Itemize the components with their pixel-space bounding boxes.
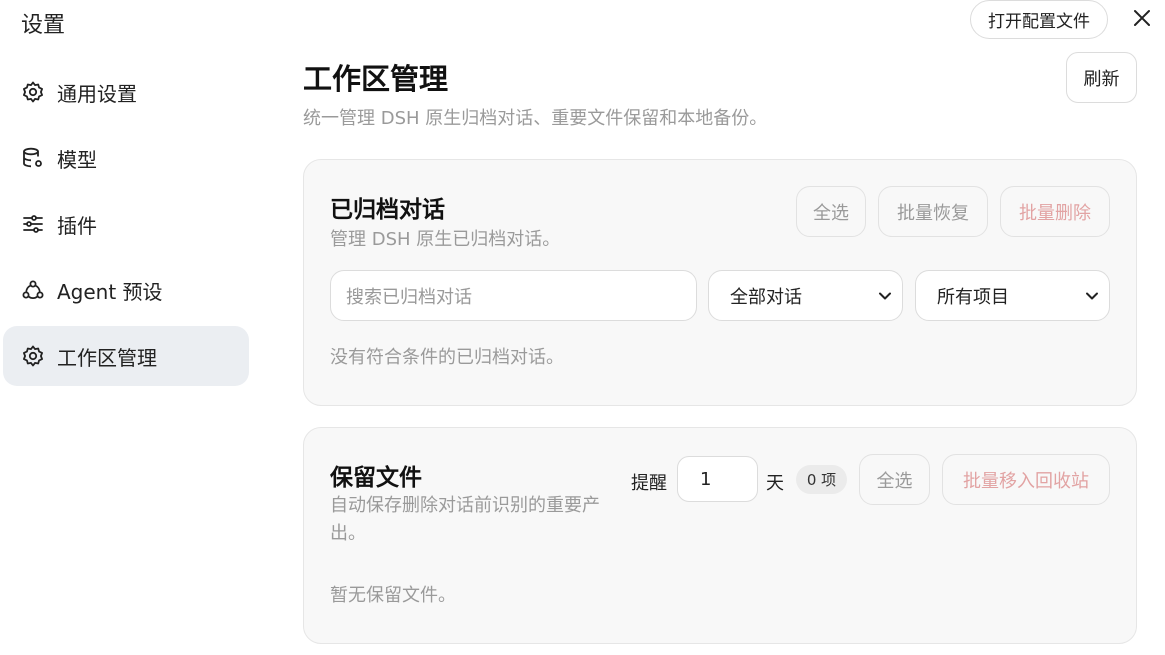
retained-title: 保留文件 — [330, 465, 422, 491]
days-unit-label: 天 — [766, 473, 784, 494]
sidebar-item-label: 工作区管理 — [57, 345, 157, 370]
project-filter-value: 所有项目 — [937, 286, 1009, 308]
sidebar-item-label: 插件 — [57, 213, 97, 238]
chevron-down-icon — [1086, 292, 1098, 299]
database-icon — [21, 146, 45, 170]
archived-desc: 管理 DSH 原生已归档对话。 — [330, 229, 561, 250]
gear-icon — [21, 344, 45, 368]
sidebar-item-label: 通用设置 — [57, 81, 137, 106]
sidebar-item-general[interactable]: 通用设置 — [3, 62, 249, 122]
agent-icon — [21, 278, 45, 302]
page-title: 工作区管理 — [303, 62, 449, 96]
batch-restore-button[interactable]: 批量恢复 — [878, 186, 988, 237]
select-all-button[interactable]: 全选 — [796, 186, 866, 237]
sidebar-item-workspace[interactable]: 工作区管理 — [3, 326, 249, 386]
sidebar-item-label: 模型 — [57, 147, 97, 172]
remind-days-input[interactable]: 1 — [677, 456, 758, 502]
remind-label: 提醒 — [631, 473, 667, 494]
retained-desc: 自动保存删除对话前识别的重要产出。 — [330, 495, 600, 544]
count-badge: 0 项 — [796, 465, 847, 494]
refresh-button[interactable]: 刷新 — [1066, 52, 1137, 103]
page-subtitle: 统一管理 DSH 原生归档对话、重要文件保留和本地备份。 — [303, 108, 768, 129]
conversation-filter-select[interactable]: 全部对话 — [708, 270, 903, 321]
batch-delete-button[interactable]: 批量删除 — [1000, 186, 1110, 237]
retained-select-all-button[interactable]: 全选 — [859, 454, 930, 505]
conversation-filter-value: 全部对话 — [730, 286, 802, 308]
gear-icon — [21, 80, 45, 104]
sidebar-item-agent[interactable]: Agent 预设 — [3, 260, 249, 320]
retained-files-card: 保留文件 自动保存删除对话前识别的重要产出。 提醒 1 天 0 项 全选 批量移… — [303, 427, 1137, 644]
archived-search-input[interactable]: 搜索已归档对话 — [330, 270, 697, 321]
sidebar-item-label: Agent 预设 — [57, 279, 163, 304]
app-title: 设置 — [21, 13, 66, 38]
retained-empty-text: 暂无保留文件。 — [330, 585, 456, 606]
open-config-button[interactable]: 打开配置文件 — [970, 0, 1108, 39]
archived-title: 已归档对话 — [330, 197, 445, 223]
close-button[interactable] — [1128, 4, 1156, 32]
sidebar: 通用设置 模型 插件 Agent 预设 工作区管理 — [3, 62, 249, 392]
sidebar-item-plugins[interactable]: 插件 — [3, 194, 249, 254]
archived-conversations-card: 已归档对话 管理 DSH 原生已归档对话。 全选 批量恢复 批量删除 搜索已归档… — [303, 159, 1137, 406]
project-filter-select[interactable]: 所有项目 — [915, 270, 1110, 321]
sidebar-item-model[interactable]: 模型 — [3, 128, 249, 188]
sliders-icon — [21, 212, 45, 236]
batch-move-to-trash-button[interactable]: 批量移入回收站 — [942, 454, 1110, 505]
close-icon — [1134, 10, 1150, 26]
chevron-down-icon — [879, 292, 891, 299]
archived-empty-text: 没有符合条件的已归档对话。 — [330, 347, 564, 368]
